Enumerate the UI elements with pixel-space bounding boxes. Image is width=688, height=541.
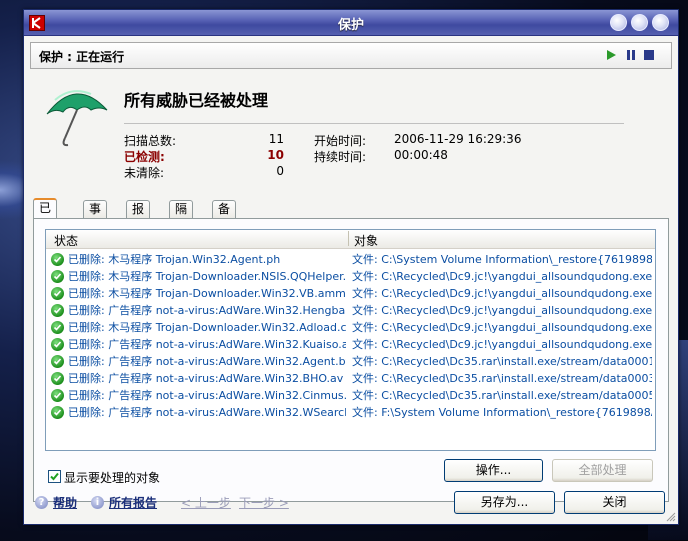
tab-backup[interactable]: 备份 <box>212 200 237 233</box>
save-as-button[interactable]: 另存为... <box>454 491 555 514</box>
row-object: 文件: C:\System Volume Information\_restor… <box>352 253 652 266</box>
action-button[interactable]: 操作... <box>444 459 543 482</box>
table-row[interactable]: 已删除: 广告程序 not-a-virus:AdWare.Win32.Kuais… <box>46 336 655 353</box>
row-object: 文件: C:\Recycled\Dc9.jc!\yangdui_allsound… <box>352 321 652 334</box>
play-icon[interactable] <box>605 49 617 61</box>
protection-window: 保护 保护 : 正在运行 所有威胁已经被处理 扫描总数: 11 已检测: 10 … <box>23 9 679 525</box>
info-icon[interactable]: i <box>91 496 104 509</box>
row-object: 文件: F:\System Volume Information\_restor… <box>352 406 652 419</box>
row-status: 已删除: 木马程序 Trojan.Win32.Agent.ph <box>68 253 281 266</box>
prev-step-link[interactable]: < 上一步 <box>181 494 231 511</box>
help-link[interactable]: 帮助 <box>53 494 77 511</box>
check-icon <box>51 372 64 385</box>
row-status: 已删除: 广告程序 not-a-virus:AdWare.Win32.Kuais… <box>68 338 346 351</box>
table-row[interactable]: 已删除: 广告程序 not-a-virus:AdWare.Win32.WSear… <box>46 404 655 421</box>
help-icon[interactable]: ? <box>35 496 48 509</box>
table-row[interactable]: 已删除: 广告程序 not-a-virus:AdWare.Win32.Agent… <box>46 353 655 370</box>
row-object: 文件: C:\Recycled\Dc9.jc!\yangdui_allsound… <box>352 338 652 351</box>
close-window-button[interactable] <box>652 14 669 31</box>
table-row[interactable]: 已删除: 广告程序 not-a-virus:AdWare.Win32.Hengb… <box>46 302 655 319</box>
table-row[interactable]: 已删除: 木马程序 Trojan-Downloader.Win32.VB.amm… <box>46 285 655 302</box>
row-status: 已删除: 木马程序 Trojan-Downloader.Win32.Adload… <box>68 321 346 334</box>
row-status: 已删除: 广告程序 not-a-virus:AdWare.Win32.BHO.a… <box>68 372 344 385</box>
tab-reports[interactable]: 报告 <box>126 200 151 233</box>
close-button[interactable]: 关闭 <box>564 491 665 514</box>
row-status: 已删除: 广告程序 not-a-virus:AdWare.Win32.Agent… <box>68 355 346 368</box>
row-status: 已删除: 广告程序 not-a-virus:AdWare.Win32.Hengb… <box>68 304 346 317</box>
next-step-link[interactable]: 下一步 > <box>239 494 289 511</box>
all-reports-link[interactable]: 所有报告 <box>109 494 157 511</box>
check-icon <box>51 389 64 402</box>
duration-value: 00:00:48 <box>394 148 448 162</box>
check-icon <box>51 270 64 283</box>
row-status: 已删除: 广告程序 not-a-virus:AdWare.Win32.WSear… <box>68 406 346 419</box>
row-object: 文件: C:\Recycled\Dc35.rar\install.exe/str… <box>352 389 652 402</box>
check-icon <box>51 253 64 266</box>
row-object: 文件: C:\Recycled\Dc35.rar\install.exe/str… <box>352 372 652 385</box>
minimize-button[interactable] <box>610 14 627 31</box>
row-object: 文件: C:\Recycled\Dc9.jc!\yangdui_allsound… <box>352 270 652 283</box>
window-title: 保护 <box>337 18 364 33</box>
table-header: 状态 对象 <box>46 230 655 249</box>
table-row[interactable]: 已删除: 广告程序 not-a-virus:AdWare.Win32.Cinmu… <box>46 387 655 404</box>
umbrella-icon <box>46 90 108 147</box>
title-bar[interactable]: 保护 <box>24 10 678 36</box>
check-icon <box>51 287 64 300</box>
tab-detected[interactable]: 已检测 <box>33 198 58 249</box>
tab-events[interactable]: 事件 <box>83 200 108 233</box>
check-icon <box>51 338 64 351</box>
stat-label-scanned: 扫描总数: <box>124 134 177 148</box>
column-separator[interactable] <box>348 231 349 246</box>
row-object: 文件: C:\Recycled\Dc35.rar\install.exe/str… <box>352 355 652 368</box>
table-row[interactable]: 已删除: 木马程序 Trojan-Downloader.Win32.Adload… <box>46 319 655 336</box>
row-object: 文件: C:\Recycled\Dc9.jc!\yangdui_allsound… <box>352 287 652 300</box>
duration-label: 持续时间: <box>314 150 367 164</box>
row-status: 已删除: 广告程序 not-a-virus:AdWare.Win32.Cinmu… <box>68 389 346 402</box>
show-objects-checkbox[interactable] <box>48 470 61 483</box>
table-row[interactable]: 已删除: 广告程序 not-a-virus:AdWare.Win32.BHO.a… <box>46 370 655 387</box>
row-status: 已删除: 木马程序 Trojan-Downloader.Win32.VB.amm <box>68 287 346 300</box>
stat-label-uncleaned: 未清除: <box>124 166 165 180</box>
process-all-button[interactable]: 全部处理 <box>552 459 653 482</box>
pause-icon[interactable] <box>625 49 637 61</box>
stat-value-scanned: 11 <box>268 132 284 146</box>
table-row[interactable]: 已删除: 木马程序 Trojan-Downloader.NSIS.QQHelpe… <box>46 268 655 285</box>
maximize-button[interactable] <box>631 14 648 31</box>
protection-status-label: 保护 : 正在运行 <box>39 50 125 64</box>
stat-value-detected: 10 <box>267 148 284 162</box>
row-status: 已删除: 木马程序 Trojan-Downloader.NSIS.QQHelpe… <box>68 270 346 283</box>
resize-grip-icon[interactable] <box>666 512 676 522</box>
detected-objects-table[interactable]: 状态 对象 已删除: 木马程序 Trojan.Win32.Agent.ph 文件:… <box>45 229 656 451</box>
tab-quarantine[interactable]: 隔离 <box>169 200 194 233</box>
check-icon <box>51 406 64 419</box>
check-icon <box>51 304 64 317</box>
column-header-object[interactable]: 对象 <box>354 232 378 249</box>
check-icon <box>51 321 64 334</box>
checkmark-icon <box>50 472 59 481</box>
row-object: 文件: C:\Recycled\Dc9.jc!\yangdui_allsound… <box>352 304 652 317</box>
summary-divider <box>124 123 624 124</box>
show-objects-label: 显示要处理的对象 <box>64 471 161 485</box>
status-toolbar: 保护 : 正在运行 <box>30 42 672 69</box>
start-time-label: 开始时间: <box>314 134 367 148</box>
check-icon <box>51 355 64 368</box>
detected-panel: 状态 对象 已删除: 木马程序 Trojan.Win32.Agent.ph 文件:… <box>33 218 669 502</box>
summary-headline: 所有威胁已经被处理 <box>124 91 269 110</box>
stat-label-detected: 已检测: <box>124 150 165 164</box>
stat-value-uncleaned: 0 <box>276 164 284 178</box>
stop-icon[interactable] <box>643 49 655 61</box>
table-row[interactable]: 已删除: 木马程序 Trojan.Win32.Agent.ph 文件: C:\Sy… <box>46 251 655 268</box>
start-time-value: 2006-11-29 16:29:36 <box>394 132 522 146</box>
column-header-status[interactable]: 状态 <box>54 232 78 249</box>
